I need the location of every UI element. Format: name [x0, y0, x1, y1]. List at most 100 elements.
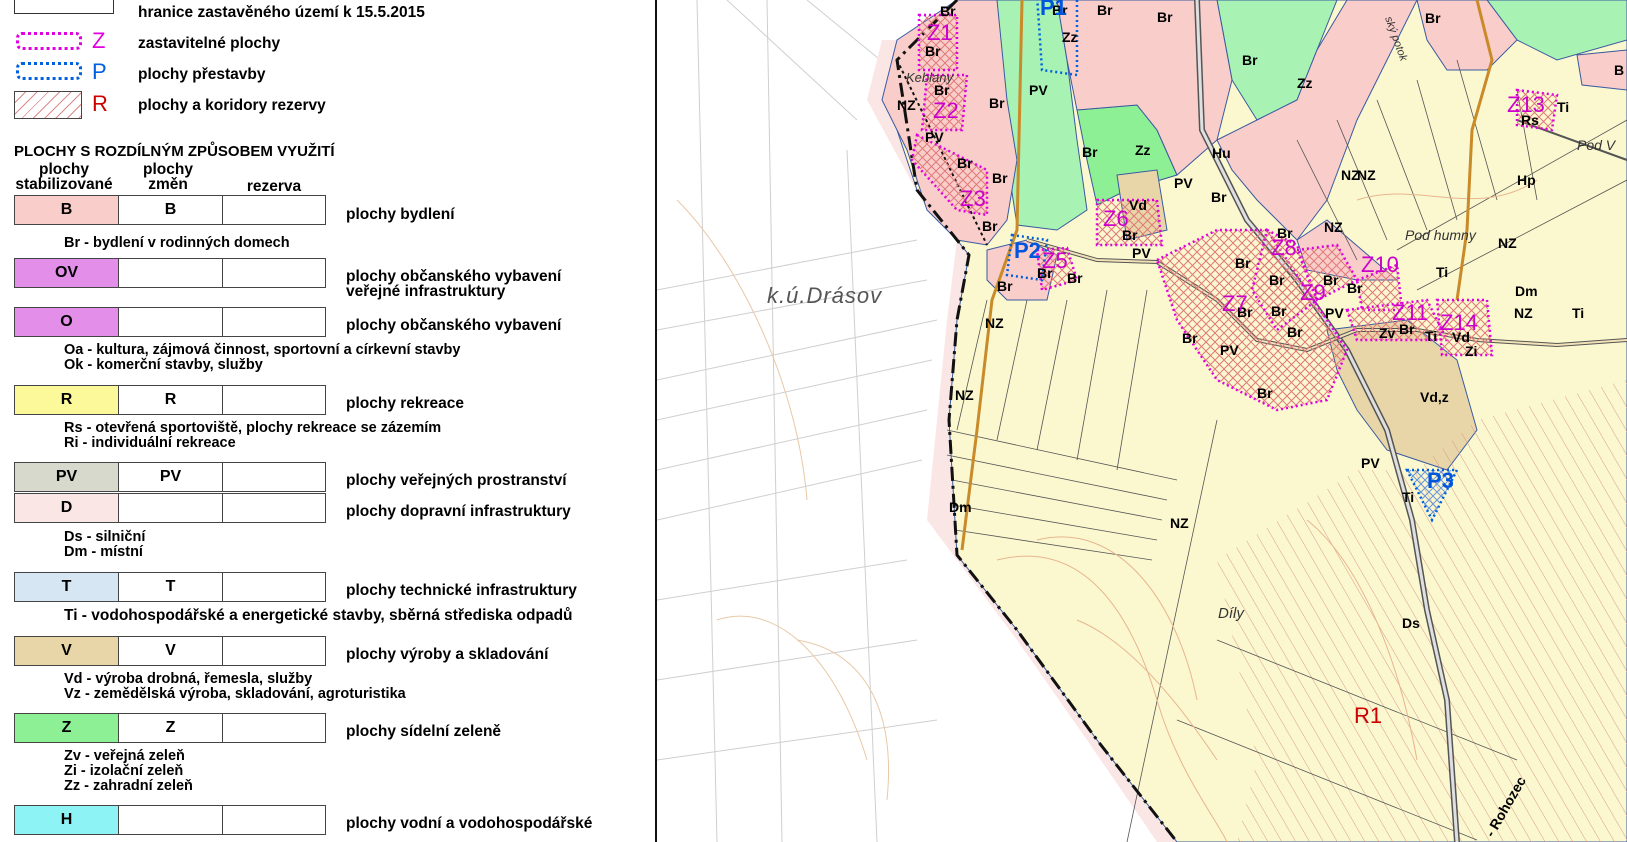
type-ti: Ti	[1436, 264, 1448, 280]
type-br: Br	[1211, 189, 1227, 205]
key-label-z: zastavitelné plochy	[138, 35, 281, 52]
type-zz: Zz	[1062, 29, 1078, 45]
label-z: plochy sídelní zeleně	[346, 723, 502, 740]
swatch-r-stabilized: R	[14, 385, 119, 415]
swatch-d-change	[118, 493, 223, 523]
map-canvas[interactable]: Br Br NZ Br PV Br Br Br Br Br PV Zz Br B…	[657, 0, 1627, 842]
sub-r-1: Ri - individuální rekreace	[64, 435, 236, 451]
swatch-r-change: R	[118, 385, 223, 415]
buildable-area-icon	[16, 32, 82, 50]
type-dm: Dm	[1515, 283, 1538, 299]
type-zv: Zv	[1379, 325, 1396, 341]
redevelopment-area-icon	[16, 62, 82, 80]
plot-z9: Z9	[1300, 280, 1326, 305]
swatch-h-stabilized: H	[14, 805, 119, 835]
key-letter-p: P	[92, 59, 107, 84]
label-ov: plochy občanského vybavení veřejné infras…	[346, 268, 562, 300]
sub-d-0: Ds - silniční	[64, 529, 146, 545]
swatch-pv-reserve	[222, 462, 326, 492]
type-br: Br	[1097, 2, 1113, 18]
type-br: Br	[1067, 270, 1083, 286]
place-pod-v: Pod V	[1577, 137, 1617, 153]
sub-d-1: Dm - místní	[64, 544, 143, 560]
type-nz: NZ	[1170, 515, 1189, 531]
swatch-h-change	[118, 805, 223, 835]
type-zz: Zz	[1297, 75, 1313, 91]
swatch-t-reserve	[222, 572, 326, 602]
type-pv: PV	[1174, 175, 1193, 191]
reserve-label-r1: R1	[1354, 703, 1382, 728]
type-br: Br	[1157, 9, 1173, 25]
type-br: Br	[1182, 330, 1198, 346]
swatch-v-reserve	[222, 636, 326, 666]
section-title: PLOCHY S ROZDÍLNÝM ZPŮSOBEM VYUŽITÍ	[14, 143, 335, 160]
type-zz: Zz	[1135, 142, 1151, 158]
sub-v-1: Vz - zemědělská výroba, skladování, agro…	[64, 686, 406, 702]
plot-z6: Z6	[1103, 206, 1129, 231]
label-r: plochy rekreace	[346, 395, 465, 412]
type-nz: NZ	[1324, 219, 1343, 235]
swatch-o-change	[118, 307, 223, 337]
type-ti: Ti	[1572, 305, 1584, 321]
type-nz: NZ	[1498, 235, 1517, 251]
type-zi: Zi	[1465, 343, 1477, 359]
swatch-pv-change: PV	[118, 462, 223, 492]
type-nz: NZ	[1357, 167, 1376, 183]
plot-p1: P1	[1040, 0, 1067, 20]
type-pv: PV	[925, 129, 944, 145]
swatch-v-change: V	[118, 636, 223, 666]
type-br: Br	[1242, 52, 1258, 68]
label-o: plochy občanského vybavení	[346, 317, 562, 334]
type-vdz: Vd,z	[1420, 389, 1449, 405]
sub-b-0: Br - bydlení v rodinných domech	[64, 235, 290, 251]
col-header-reserve: rezerva	[246, 178, 302, 195]
cadastre-name: k.ú.Drásov	[767, 283, 883, 308]
swatch-t-stabilized: T	[14, 572, 119, 602]
type-vd: Vd	[1129, 197, 1147, 213]
sub-v-0: Vd - výroba drobná, řemesla, služby	[64, 671, 313, 687]
sub-z-0: Zv - veřejná zeleň	[64, 748, 185, 764]
type-br: Br	[1235, 255, 1251, 271]
type-nz: NZ	[897, 97, 916, 113]
type-br: Br	[982, 218, 998, 234]
type-b: B	[1614, 62, 1624, 78]
type-hu: Hu	[1212, 145, 1231, 161]
type-br: Br	[1271, 303, 1287, 319]
swatch-b-change: B	[118, 195, 223, 225]
swatch-b-stabilized: B	[14, 195, 119, 225]
plot-z11: Z11	[1392, 300, 1428, 325]
type-pv: PV	[1361, 455, 1380, 471]
plot-z10: Z10	[1361, 252, 1399, 277]
plot-p2: P2	[1014, 238, 1041, 263]
swatch-z-stabilized: Z	[14, 713, 119, 743]
type-nz: NZ	[1514, 305, 1533, 321]
swatch-h-reserve	[222, 805, 326, 835]
type-br: Br	[1287, 324, 1303, 340]
type-br: Br	[925, 43, 941, 59]
type-br: Br	[1257, 385, 1273, 401]
swatch-z-reserve	[222, 713, 326, 743]
sub-z-2: Zz - zahradní zeleň	[64, 778, 193, 794]
type-br: Br	[997, 278, 1013, 294]
swatch-v-stabilized: V	[14, 636, 119, 666]
plot-z7: Z7	[1222, 291, 1248, 316]
plot-z1: Z1	[927, 20, 953, 45]
type-pv: PV	[1132, 245, 1151, 261]
label-v: plochy výroby a skladování	[346, 646, 549, 663]
swatch-r-reserve	[222, 385, 326, 415]
type-pv: PV	[1325, 305, 1344, 321]
type-ti: Ti	[1402, 489, 1414, 505]
swatch-d-reserve	[222, 493, 326, 523]
swatch-o-stabilized: O	[14, 307, 119, 337]
swatch-t-change: T	[118, 572, 223, 602]
reserve-area-icon	[14, 91, 82, 119]
sub-r-0: Rs - otevřená sportoviště, plochy rekrea…	[64, 420, 442, 436]
sub-o-1: Ok - komerční stavby, služby	[64, 357, 263, 373]
type-br: Br	[989, 95, 1005, 111]
type-br: Br	[957, 155, 973, 171]
swatch-d-stabilized: D	[14, 493, 119, 523]
map-legend: hranice zastavěného území k 15.5.2015 Z …	[0, 0, 655, 842]
label-pv: plochy veřejných prostranství	[346, 472, 567, 489]
type-hp: Hp	[1517, 172, 1536, 188]
land-use-map[interactable]: Br Br NZ Br PV Br Br Br Br Br PV Zz Br B…	[657, 0, 1627, 842]
